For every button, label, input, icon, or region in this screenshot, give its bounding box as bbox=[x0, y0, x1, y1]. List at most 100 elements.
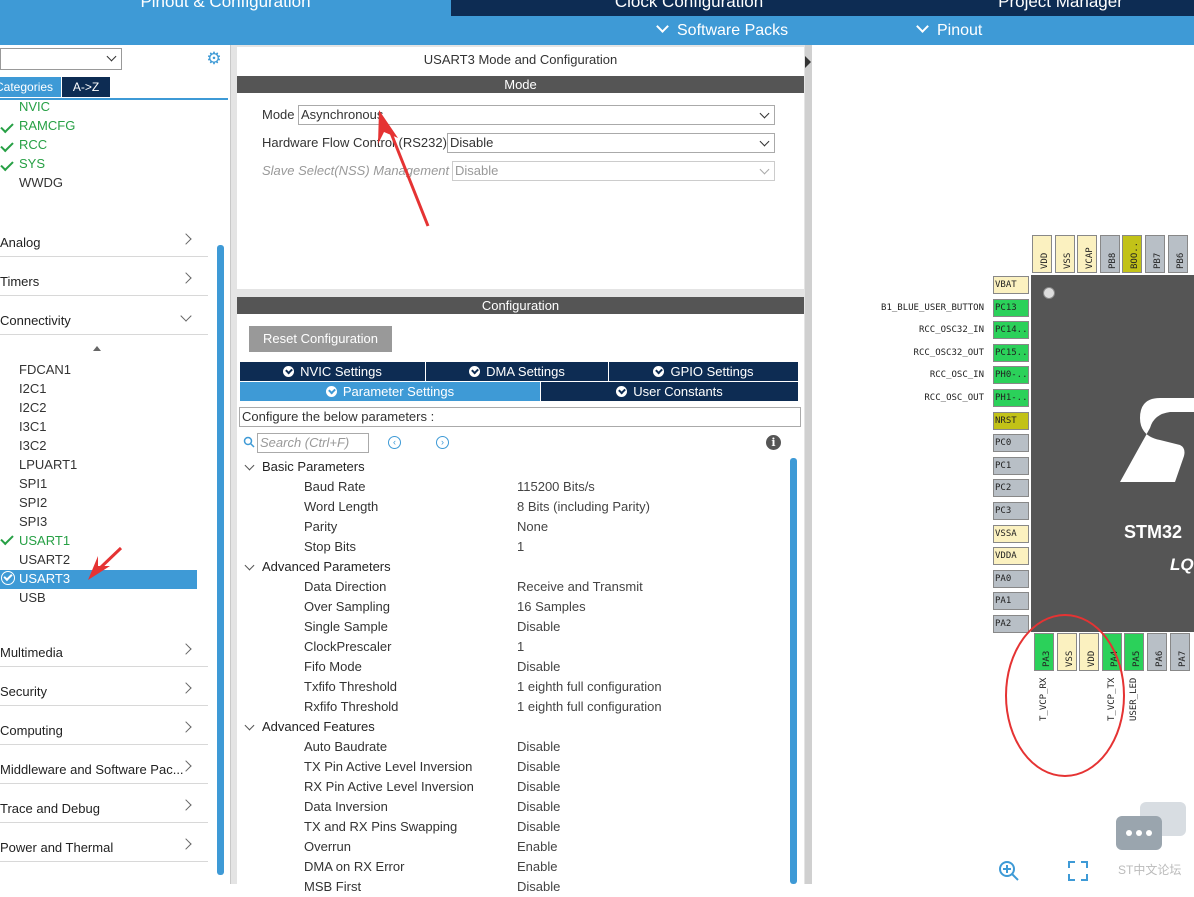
pin-pa0[interactable]: PA0 bbox=[993, 569, 1029, 588]
param-value[interactable]: Enable bbox=[517, 837, 557, 857]
param-value[interactable]: Disable bbox=[517, 617, 560, 637]
tab-categories[interactable]: Categories bbox=[0, 77, 61, 97]
sidebar-item-nvic[interactable]: NVIC bbox=[19, 97, 50, 116]
sidebar-item-i3c2[interactable]: I3C2 bbox=[19, 436, 46, 455]
pin-pa6[interactable]: PA6 bbox=[1147, 633, 1167, 671]
category-analog[interactable]: Analog bbox=[0, 219, 208, 257]
pin-boo[interactable]: BOO.. bbox=[1122, 235, 1143, 273]
collapse-arrow-icon[interactable] bbox=[805, 56, 811, 68]
param-value[interactable]: Disable bbox=[517, 797, 560, 817]
param-group-basic-parameters[interactable]: Basic Parameters bbox=[262, 457, 365, 477]
pin-vdd[interactable]: VDD bbox=[1032, 235, 1052, 273]
sidebar-item-usart2[interactable]: USART2 bbox=[19, 550, 70, 569]
tab-nvic-settings[interactable]: NVIC Settings bbox=[240, 362, 425, 381]
next-icon[interactable]: › bbox=[436, 436, 449, 449]
pin-pa5[interactable]: PA5 bbox=[1124, 633, 1145, 671]
sidebar-item-usart3[interactable]: USART3 bbox=[19, 569, 70, 588]
param-value[interactable]: 1 eighth full configuration bbox=[517, 677, 662, 697]
info-icon[interactable]: i bbox=[766, 435, 781, 450]
category-multimedia[interactable]: Multimedia bbox=[0, 629, 208, 667]
pin-pc3[interactable]: PC3 bbox=[993, 502, 1029, 520]
param-value[interactable]: None bbox=[517, 517, 548, 537]
sidebar-item-spi1[interactable]: SPI1 bbox=[19, 474, 47, 493]
pin-pb6[interactable]: PB6 bbox=[1167, 235, 1188, 273]
param-group-advanced-features[interactable]: Advanced Features bbox=[262, 717, 375, 737]
category-trace-and-debug[interactable]: Trace and Debug bbox=[0, 785, 208, 823]
software-packs-menu[interactable]: Software Packs bbox=[656, 16, 788, 45]
sidebar-item-fdcan1[interactable]: FDCAN1 bbox=[19, 360, 71, 379]
zoom-in-icon[interactable] bbox=[998, 860, 1020, 882]
sidebar-item-rcc[interactable]: RCC bbox=[19, 135, 47, 154]
tab-clock-configuration[interactable]: Clock Configuration bbox=[453, 0, 925, 16]
param-value[interactable]: 1 bbox=[517, 537, 524, 557]
sidebar-item-sys[interactable]: SYS bbox=[19, 154, 45, 173]
sidebar-item-i2c1[interactable]: I2C1 bbox=[19, 379, 46, 398]
pinout-menu[interactable]: Pinout bbox=[916, 16, 982, 45]
pin-ph0[interactable]: PH0-.. bbox=[993, 366, 1029, 385]
category-power-and-thermal[interactable]: Power and Thermal bbox=[0, 824, 208, 862]
param-value[interactable]: Disable bbox=[517, 737, 560, 757]
param-value[interactable]: Disable bbox=[517, 757, 560, 777]
param-value[interactable]: Disable bbox=[517, 877, 560, 897]
pin-pc15[interactable]: PC15.. bbox=[993, 343, 1029, 362]
param-value[interactable]: Receive and Transmit bbox=[517, 577, 643, 597]
param-value[interactable]: Disable bbox=[517, 817, 560, 837]
pin-vcap[interactable]: VCAP bbox=[1077, 235, 1098, 273]
mode-select[interactable]: Asynchronous bbox=[298, 105, 775, 125]
tab-user-constants[interactable]: User Constants bbox=[541, 382, 798, 401]
search-input[interactable]: Search (Ctrl+F) bbox=[257, 433, 369, 453]
parameter-scrollbar[interactable] bbox=[790, 458, 797, 884]
pin-pc14[interactable]: PC14.. bbox=[993, 321, 1029, 340]
pin-pc2[interactable]: PC2 bbox=[993, 479, 1029, 498]
gear-icon[interactable]: ⚙ bbox=[205, 50, 223, 68]
tab-project-manager[interactable]: Project Manager bbox=[927, 0, 1194, 16]
pin-pa1[interactable]: PA1 bbox=[993, 592, 1029, 611]
tab-parameter-settings[interactable]: Parameter Settings bbox=[240, 382, 540, 401]
pin-pc0[interactable]: PC0 bbox=[993, 434, 1029, 453]
pin-pb8[interactable]: PB8 bbox=[1099, 235, 1120, 273]
param-value[interactable]: 1 bbox=[517, 637, 524, 657]
pin-ph1[interactable]: PH1-.. bbox=[993, 389, 1029, 407]
sidebar-item-spi3[interactable]: SPI3 bbox=[19, 512, 47, 531]
tab-dma-settings[interactable]: DMA Settings bbox=[426, 362, 608, 381]
param-value[interactable]: Disable bbox=[517, 657, 560, 677]
pin-pa7[interactable]: PA7 bbox=[1169, 633, 1190, 671]
pin-pc13[interactable]: PC13 bbox=[993, 298, 1029, 317]
sidebar-item-spi2[interactable]: SPI2 bbox=[19, 493, 47, 512]
param-value[interactable]: 115200 Bits/s bbox=[517, 477, 595, 497]
category-middleware-and-software-pac-[interactable]: Middleware and Software Pac... bbox=[0, 746, 208, 784]
category-filter-select[interactable] bbox=[0, 48, 122, 70]
reset-configuration-button[interactable]: Reset Configuration bbox=[249, 326, 392, 352]
param-group-advanced-parameters[interactable]: Advanced Parameters bbox=[262, 557, 391, 577]
category-connectivity[interactable]: Connectivity bbox=[0, 297, 208, 335]
sort-icon[interactable] bbox=[93, 346, 101, 351]
sidebar-item-i2c2[interactable]: I2C2 bbox=[19, 398, 46, 417]
category-computing[interactable]: Computing bbox=[0, 707, 208, 745]
pin-nrst[interactable]: NRST bbox=[993, 411, 1029, 430]
pin-vss[interactable]: VSS bbox=[1054, 235, 1075, 273]
sidebar-item-lpuart1[interactable]: LPUART1 bbox=[19, 455, 77, 474]
sidebar-item-ramcfg[interactable]: RAMCFG bbox=[19, 116, 75, 135]
param-value[interactable]: Enable bbox=[517, 857, 557, 877]
tab-pinout-configuration[interactable]: Pinout & Configuration bbox=[0, 0, 451, 16]
category-timers[interactable]: Timers bbox=[0, 258, 208, 296]
sidebar-item-wwdg[interactable]: WWDG bbox=[19, 173, 63, 192]
pin-vdda[interactable]: VDDA bbox=[993, 547, 1029, 566]
left-scrollbar[interactable] bbox=[217, 245, 224, 875]
pin-vssa[interactable]: VSSA bbox=[993, 524, 1029, 543]
hardware-flow-select[interactable]: Disable bbox=[447, 133, 775, 153]
param-value[interactable]: 16 Samples bbox=[517, 597, 586, 617]
fit-screen-icon[interactable] bbox=[1067, 860, 1089, 882]
sidebar-item-usart1[interactable]: USART1 bbox=[19, 531, 70, 550]
param-value[interactable]: Disable bbox=[517, 777, 560, 797]
param-value[interactable]: 8 Bits (including Parity) bbox=[517, 497, 650, 517]
tab-gpio-settings[interactable]: GPIO Settings bbox=[609, 362, 798, 381]
pin-vbat[interactable]: VBAT bbox=[993, 276, 1029, 294]
param-value[interactable]: 1 eighth full configuration bbox=[517, 697, 662, 717]
pin-pc1[interactable]: PC1 bbox=[993, 456, 1029, 475]
pin-pa2[interactable]: PA2 bbox=[993, 615, 1029, 633]
sidebar-item-i3c1[interactable]: I3C1 bbox=[19, 417, 46, 436]
panel-splitter[interactable] bbox=[805, 45, 812, 884]
category-security[interactable]: Security bbox=[0, 668, 208, 706]
pin-pb7[interactable]: PB7 bbox=[1145, 235, 1165, 273]
